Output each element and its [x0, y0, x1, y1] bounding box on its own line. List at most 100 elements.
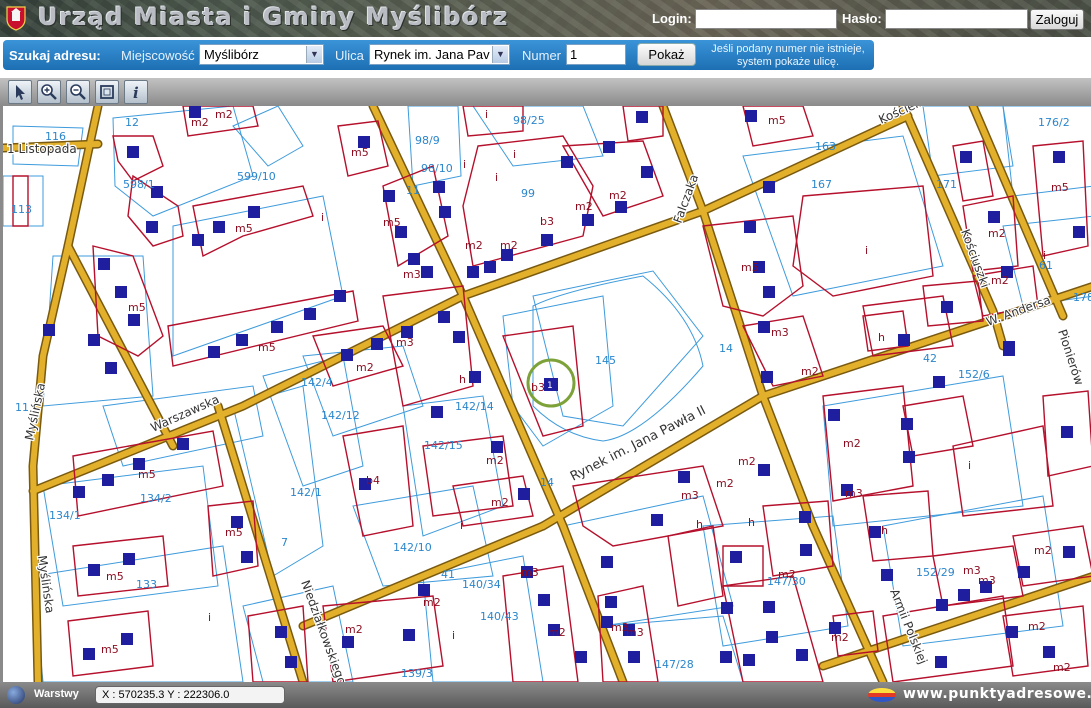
zoom-in-button[interactable]	[37, 80, 61, 104]
brand-link[interactable]: www.punktyadresowe.pl	[903, 686, 1091, 702]
full-extent-button[interactable]	[95, 80, 119, 104]
svg-text:98/10: 98/10	[421, 162, 453, 175]
svg-text:m2: m2	[991, 274, 1009, 287]
layers-button[interactable]: Warstwy	[34, 688, 79, 700]
svg-text:i: i	[133, 84, 139, 101]
svg-text:m3: m3	[681, 489, 699, 502]
svg-text:i: i	[968, 459, 971, 472]
svg-text:142/14: 142/14	[455, 400, 494, 413]
number-input[interactable]	[566, 44, 626, 65]
svg-text:i: i	[485, 108, 488, 121]
svg-text:m2: m2	[843, 437, 861, 450]
svg-text:m3: m3	[771, 326, 789, 339]
svg-text:152/29: 152/29	[916, 566, 955, 579]
svg-text:m2: m2	[716, 477, 734, 490]
svg-text:i: i	[460, 519, 463, 532]
pointer-tool-button[interactable]	[8, 80, 32, 104]
svg-text:h: h	[881, 524, 888, 537]
selected-address-number: 1	[547, 381, 553, 391]
svg-text:m5: m5	[128, 301, 146, 314]
svg-text:14: 14	[540, 476, 554, 489]
city-select[interactable]: Myślibórz ▼	[199, 44, 324, 65]
svg-text:h: h	[878, 331, 885, 344]
svg-text:h: h	[459, 373, 466, 386]
svg-text:598/1: 598/1	[123, 178, 155, 191]
svg-text:m3: m3	[626, 626, 644, 639]
svg-text:11: 11	[406, 184, 420, 197]
svg-text:i: i	[495, 171, 498, 184]
svg-text:142/15: 142/15	[424, 439, 463, 452]
svg-text:m5: m5	[138, 468, 156, 481]
svg-text:61: 61	[1039, 259, 1053, 272]
login-button[interactable]: Zaloguj	[1030, 9, 1084, 30]
svg-text:m2: m2	[465, 239, 483, 252]
login-input[interactable]	[695, 9, 837, 29]
svg-text:m2: m2	[1028, 620, 1046, 633]
svg-text:599/10: 599/10	[237, 170, 276, 183]
svg-text:134/1: 134/1	[49, 509, 81, 522]
svg-text:m2: m2	[500, 239, 518, 252]
svg-text:m3: m3	[403, 268, 421, 281]
password-input[interactable]	[885, 9, 1028, 29]
street-label: Ulica	[335, 48, 364, 63]
svg-text:m2: m2	[988, 227, 1006, 240]
svg-text:m2: m2	[491, 496, 509, 509]
svg-text:167: 167	[811, 178, 832, 191]
street-label: 1 Listopada	[7, 142, 77, 156]
svg-text:178: 178	[1073, 291, 1091, 304]
svg-text:142/10: 142/10	[393, 541, 432, 554]
svg-text:b4: b4	[366, 474, 380, 487]
svg-text:m5: m5	[235, 222, 253, 235]
chevron-down-icon[interactable]: ▼	[306, 46, 322, 63]
svg-text:m2: m2	[215, 108, 233, 121]
layers-icon[interactable]	[7, 686, 25, 704]
svg-text:m5: m5	[768, 114, 786, 127]
svg-text:171: 171	[936, 178, 957, 191]
address-search-bar: Szukaj adresu: Miejscowość Myślibórz ▼ U…	[3, 40, 874, 70]
svg-text:m3: m3	[978, 574, 996, 587]
header-banner: Urząd Miasta i Gminy Myślibórz Login: Ha…	[0, 0, 1091, 37]
svg-text:h: h	[748, 516, 755, 529]
zoom-in-icon	[41, 84, 57, 100]
svg-text:140/43: 140/43	[480, 610, 519, 623]
map-toolbar: i	[0, 78, 1091, 106]
svg-text:m5: m5	[383, 216, 401, 229]
svg-text:m2: m2	[356, 361, 374, 374]
info-tool-button[interactable]: i	[124, 80, 148, 104]
svg-text:12: 12	[125, 116, 139, 129]
svg-text:m2: m2	[345, 623, 363, 636]
app-title: Urząd Miasta i Gminy Myślibórz	[38, 3, 509, 31]
street-select[interactable]: Rynek im. Jana Pav ▼	[369, 44, 510, 65]
city-select-value: Myślibórz	[204, 47, 259, 62]
svg-text:142/1: 142/1	[290, 486, 322, 499]
svg-text:m5: m5	[225, 526, 243, 539]
punktyadresowe-logo-icon	[868, 688, 896, 702]
svg-text:14: 14	[719, 342, 733, 355]
svg-text:m2: m2	[575, 200, 593, 213]
svg-text:i: i	[321, 211, 324, 224]
svg-text:142/12: 142/12	[321, 409, 360, 422]
svg-text:113: 113	[11, 203, 32, 216]
svg-text:m3: m3	[521, 566, 539, 579]
svg-text:98/9: 98/9	[415, 134, 440, 147]
info-icon: i	[133, 84, 139, 101]
svg-text:142/4: 142/4	[301, 376, 333, 389]
svg-text:147/28: 147/28	[655, 658, 694, 671]
password-label: Hasło:	[842, 11, 882, 26]
svg-text:m5: m5	[258, 341, 276, 354]
chevron-down-icon[interactable]: ▼	[492, 46, 508, 63]
city-label: Miejscowość	[121, 48, 195, 63]
zoom-out-button[interactable]	[66, 80, 90, 104]
search-label: Szukaj adresu:	[9, 48, 101, 63]
svg-text:145: 145	[595, 354, 616, 367]
svg-text:i: i	[463, 158, 466, 171]
svg-text:11: 11	[15, 401, 29, 414]
svg-text:m5: m5	[351, 146, 369, 159]
svg-text:m3: m3	[845, 487, 863, 500]
show-button[interactable]: Pokaż	[637, 43, 696, 66]
login-label: Login:	[652, 11, 692, 26]
map-view[interactable]: m2 m2 m5 m5 m5 m5 m3 m2 m2 b3 m2 m2 m5 i m5 m3 m2 m2 m…	[0, 106, 1091, 682]
svg-text:m2: m2	[423, 596, 441, 609]
svg-text:41: 41	[441, 568, 455, 581]
svg-text:m5: m5	[1051, 181, 1069, 194]
